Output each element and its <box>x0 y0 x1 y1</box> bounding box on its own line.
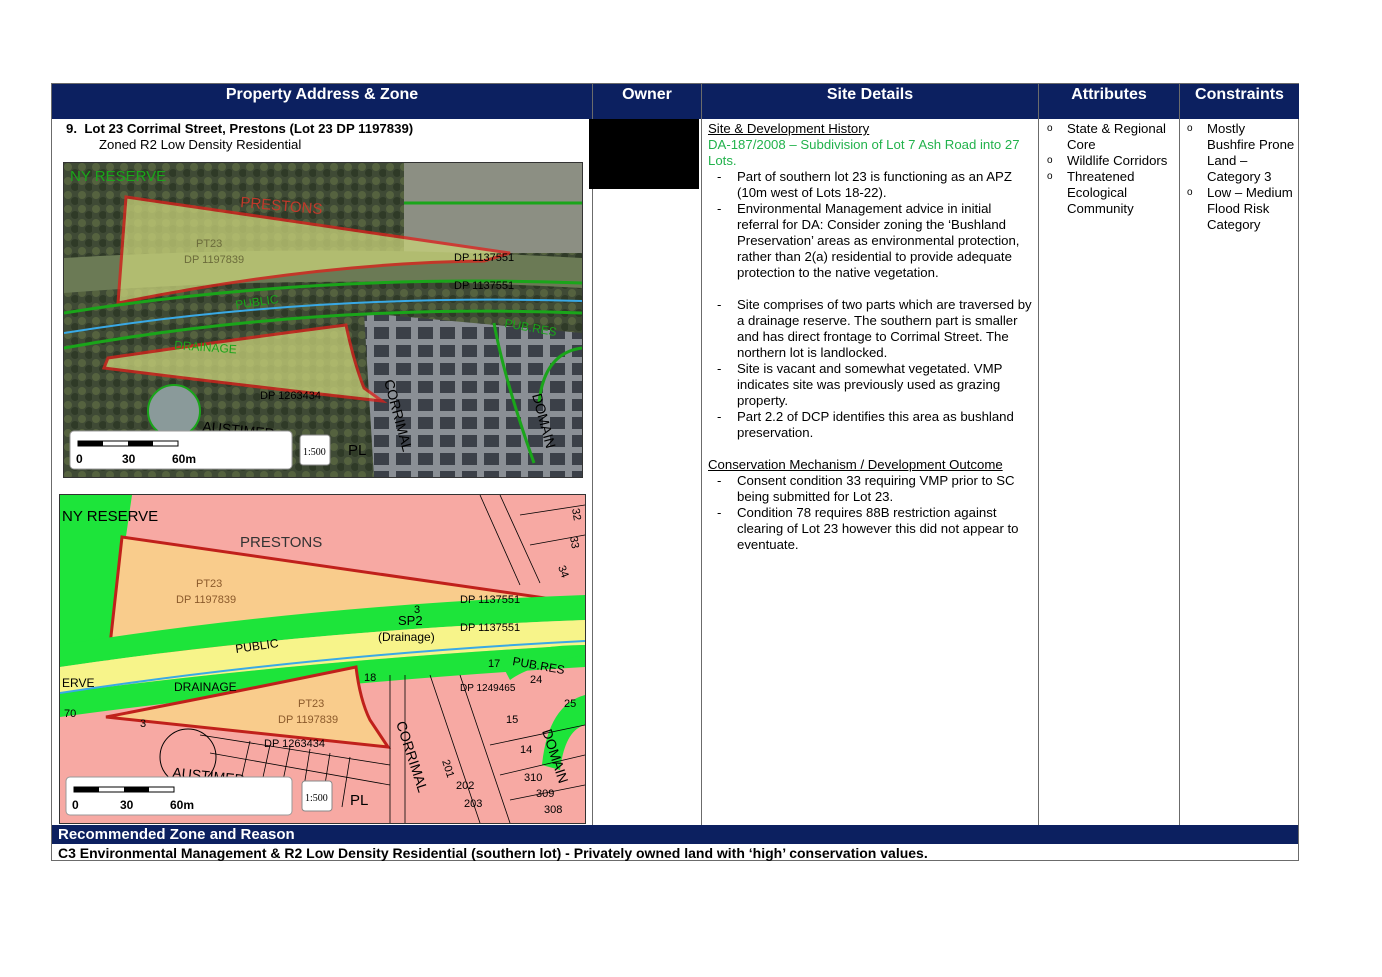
map-label: DP 1137551 <box>460 594 520 606</box>
map-label: PT23 <box>298 698 324 710</box>
recommendation-heading: Recommended Zone and Reason <box>52 825 1298 844</box>
map-label: 18 <box>364 672 376 684</box>
map-label: PRESTONS <box>240 534 322 551</box>
list-item: Site comprises of two parts which are tr… <box>708 297 1034 361</box>
owner-redacted <box>589 119 699 189</box>
property-zone: Zoned R2 Low Density Residential <box>99 137 302 152</box>
list-item: Mostly Bushfire Prone Land – Category 3 <box>1181 121 1297 185</box>
map-label: DP 1263434 <box>264 738 325 750</box>
scale-label: 0 <box>76 452 83 466</box>
map-label: 203 <box>464 798 482 810</box>
list-item: Part of southern lot 23 is functioning a… <box>708 169 1034 201</box>
list-item: Threatened Ecological Community <box>1041 169 1177 217</box>
map-label: DP 1137551 <box>460 622 520 634</box>
scale-label: 60m <box>170 798 194 812</box>
list-item: Part 2.2 of DCP identifies this area as … <box>708 409 1034 441</box>
scale-label: 60m <box>172 452 196 466</box>
map-label: 310 <box>524 772 542 784</box>
map-label: 70 <box>64 708 76 720</box>
scale-label: 30 <box>122 452 136 466</box>
conservation-list: Consent condition 33 requiring VMP prior… <box>708 473 1034 553</box>
map-label: DP 1197839 <box>278 714 338 726</box>
property-address-text: Lot 23 Corrimal Street, Prestons (Lot 23… <box>84 121 414 136</box>
scale-ratio: 1:500 <box>305 793 328 804</box>
map-label: 308 <box>544 804 562 816</box>
property-number: 9. <box>66 121 77 136</box>
constraints-list: Mostly Bushfire Prone Land – Category 3 … <box>1181 121 1297 233</box>
site-details-cell: Site & Development History DA-187/2008 –… <box>708 121 1034 553</box>
map-label: PL <box>348 442 366 459</box>
attributes-cell: State & Regional Core Wildlife Corridors… <box>1041 121 1177 217</box>
list-item: State & Regional Core <box>1041 121 1177 153</box>
map-label: DP 1197839 <box>176 594 236 606</box>
property-table: Property Address & Zone Owner Site Detai… <box>51 83 1299 861</box>
map-label: DP 1263434 <box>260 390 321 402</box>
da-reference: DA-187/2008 – Subdivision of Lot 7 Ash R… <box>708 137 1020 168</box>
map-label: PT23 <box>196 578 222 590</box>
history-list: Part of southern lot 23 is functioning a… <box>708 169 1034 281</box>
site-list: Site comprises of two parts which are tr… <box>708 297 1034 441</box>
aerial-map: NY RESERVE PRESTONS PT23 DP 1197839 DP 1… <box>63 162 583 478</box>
property-address-cell: 9. Lot 23 Corrimal Street, Prestons (Lot… <box>66 121 586 153</box>
map-label: DP 1197839 <box>184 254 244 266</box>
map-label: 24 <box>530 674 542 686</box>
map-label: 33 <box>567 535 581 549</box>
header-owner: Owner <box>593 84 701 119</box>
list-item: Site is vacant and somewhat vegetated. V… <box>708 361 1034 409</box>
conservation-heading: Conservation Mechanism / Development Out… <box>708 457 1003 472</box>
history-heading: Site & Development History <box>708 121 870 136</box>
map-label: DRAINAGE <box>174 680 237 694</box>
scale-label: 30 <box>120 798 134 812</box>
map-label: ERVE <box>62 676 94 690</box>
column-divider <box>1179 84 1180 825</box>
zoning-map-image: NY RESERVE PRESTONS PT23 DP 1197839 DP 1… <box>60 495 585 823</box>
column-divider <box>701 84 702 825</box>
map-label: DP 1249465 <box>460 683 516 694</box>
map-label: (Drainage) <box>378 630 435 644</box>
list-item: Low – Medium Flood Risk Category <box>1181 185 1297 233</box>
map-label: 3 <box>140 718 146 730</box>
map-label: 32 <box>569 507 583 521</box>
column-divider <box>592 84 593 825</box>
map-label: NY RESERVE <box>62 508 158 525</box>
map-label: 17 <box>488 658 500 670</box>
header-site-details: Site Details <box>702 84 1038 119</box>
header-constraints: Constraints <box>1180 84 1299 119</box>
aerial-map-image: NY RESERVE PRESTONS PT23 DP 1197839 DP 1… <box>64 163 582 477</box>
map-label: 3 <box>414 604 420 616</box>
map-label: 15 <box>506 714 518 726</box>
map-label: 202 <box>456 780 474 792</box>
list-item: Environmental Management advice in initi… <box>708 201 1034 281</box>
attributes-list: State & Regional Core Wildlife Corridors… <box>1041 121 1177 217</box>
list-item: Condition 78 requires 88B restriction ag… <box>708 505 1034 553</box>
constraints-cell: Mostly Bushfire Prone Land – Category 3 … <box>1181 121 1297 233</box>
zoning-map: NY RESERVE PRESTONS PT23 DP 1197839 DP 1… <box>59 494 586 824</box>
recommendation-text: C3 Environmental Management & R2 Low Den… <box>58 845 928 861</box>
scale-ratio: 1:500 <box>303 447 326 458</box>
map-label: 14 <box>520 744 532 756</box>
map-label: DP 1137551 <box>454 252 514 264</box>
list-item: Consent condition 33 requiring VMP prior… <box>708 473 1034 505</box>
column-divider <box>1038 84 1039 825</box>
map-label: NY RESERVE <box>70 168 166 185</box>
list-item: Wildlife Corridors <box>1041 153 1177 169</box>
map-label: PT23 <box>196 238 222 250</box>
header-attributes: Attributes <box>1039 84 1179 119</box>
map-label: 25 <box>564 698 576 710</box>
map-label: 309 <box>536 788 554 800</box>
map-label: DP 1137551 <box>454 280 514 292</box>
scale-label: 0 <box>72 798 79 812</box>
header-address: Property Address & Zone <box>52 84 592 119</box>
map-label: PL <box>350 792 368 809</box>
property-address: 9. Lot 23 Corrimal Street, Prestons (Lot… <box>66 121 586 137</box>
